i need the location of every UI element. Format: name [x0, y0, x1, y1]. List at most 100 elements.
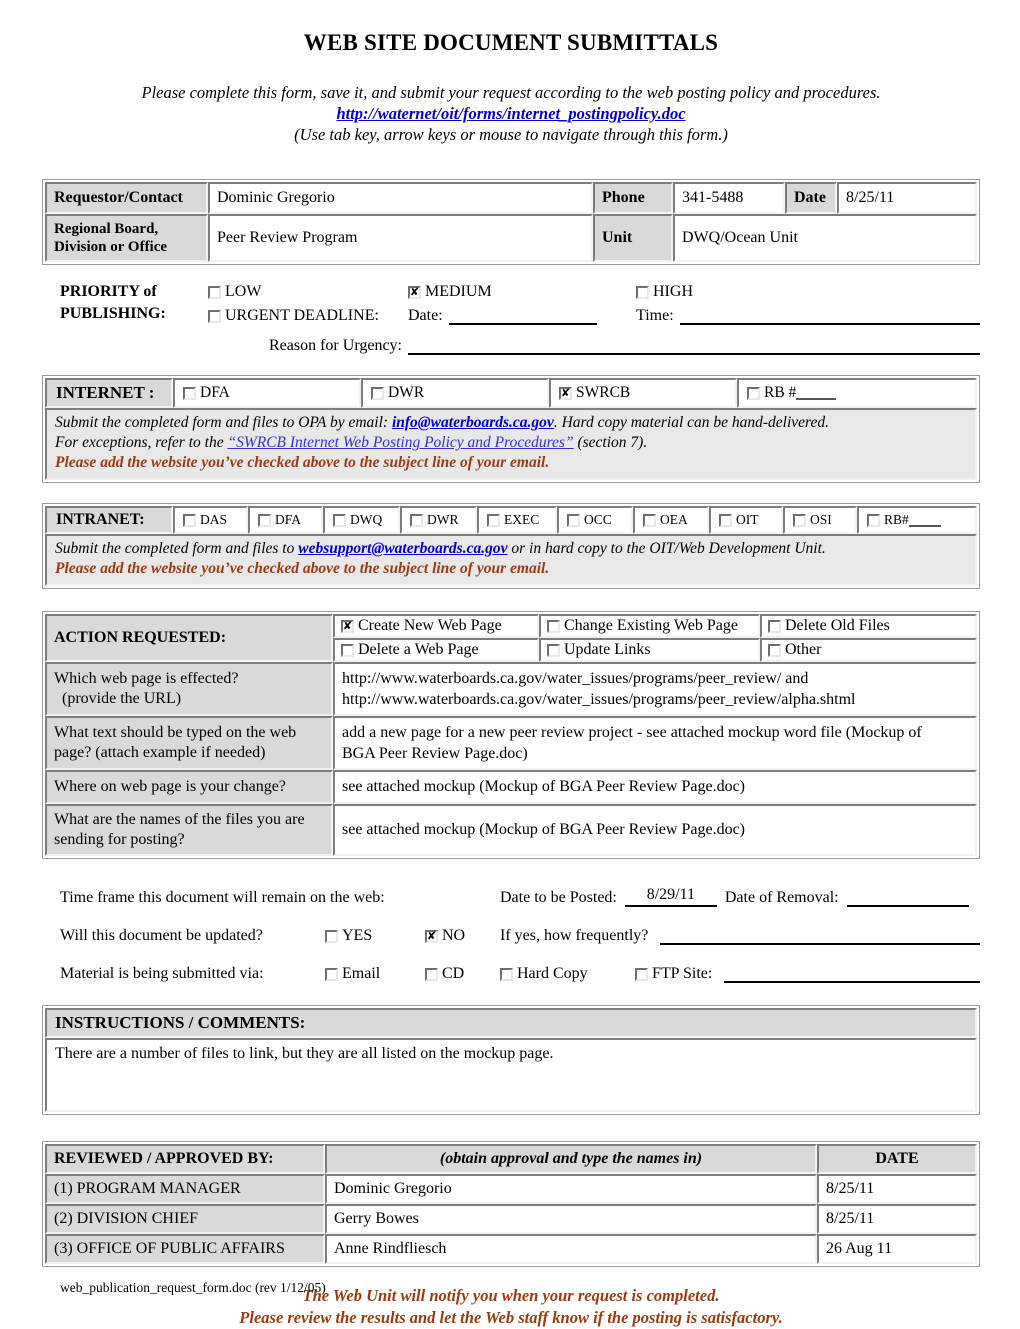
checkbox-intranet-oit[interactable] — [719, 513, 732, 527]
intranet-option-osi[interactable]: OSI — [783, 506, 857, 534]
checkbox-intranet-dfa[interactable] — [258, 513, 271, 527]
phone-field[interactable]: 341-5488 — [673, 182, 785, 214]
date-removal-field[interactable] — [846, 890, 969, 907]
action-option-delete-page[interactable]: Delete a Web Page — [333, 638, 539, 662]
office-field[interactable]: Peer Review Program — [208, 214, 593, 262]
checkbox-delete-a-web-page[interactable] — [341, 643, 354, 657]
checkbox-intranet-osi[interactable] — [793, 513, 806, 527]
checkbox-intranet-das[interactable] — [183, 513, 196, 527]
intranet-rb-number-field[interactable] — [908, 514, 941, 527]
checkbox-internet-dfa[interactable] — [183, 386, 196, 400]
answer-affected-page-line2: http://www.waterboards.ca.gov/water_issu… — [342, 691, 856, 708]
action-option-update-links[interactable]: Update Links — [539, 638, 760, 662]
approval-date-program-manager[interactable]: 8/25/11 — [817, 1174, 977, 1204]
internet-rb-number-field[interactable] — [796, 387, 837, 400]
frequency-field[interactable] — [660, 928, 980, 945]
submitted-email-option[interactable]: Email — [325, 965, 425, 983]
websupport-email-link[interactable]: websupport@waterboards.ca.gov — [298, 540, 507, 557]
answer-text-typed[interactable]: add a new page for a new peer review pro… — [333, 716, 977, 770]
checkbox-intranet-occ[interactable] — [567, 513, 580, 527]
updated-no-option[interactable]: NO — [425, 927, 500, 945]
internet-option-dfa[interactable]: DFA — [173, 378, 361, 408]
intranet-option-dfa[interactable]: DFA — [248, 506, 323, 534]
action-option-delete-old-files[interactable]: Delete Old Files — [760, 614, 977, 638]
checkbox-low[interactable] — [208, 285, 221, 299]
submitted-hardcopy-option[interactable]: Hard Copy — [500, 965, 635, 983]
checkbox-other[interactable] — [768, 643, 781, 657]
checkbox-urgent-deadline[interactable] — [208, 309, 221, 323]
instructions-field[interactable]: There are a number of files to link, but… — [45, 1038, 977, 1112]
swrcb-policy-link[interactable]: “SWRCB Internet Web Posting Policy and P… — [227, 434, 573, 451]
intranet-option-oit-label: OIT — [736, 512, 759, 527]
posting-policy-link[interactable]: http://waternet/oit/forms/internet_posti… — [42, 103, 980, 124]
checkbox-updated-yes[interactable] — [325, 929, 338, 943]
priority-label-line2: PUBLISHING: — [60, 305, 166, 322]
checkbox-internet-dwr[interactable] — [371, 386, 384, 400]
internet-option-rb[interactable]: RB # — [737, 378, 977, 408]
internet-option-swrcb[interactable]: SWRCB — [549, 378, 737, 408]
answer-affected-page[interactable]: http://www.waterboards.ca.gov/water_issu… — [333, 662, 977, 716]
date-posted-field[interactable]: 8/29/11 — [624, 886, 717, 907]
checkbox-internet-swrcb[interactable] — [559, 386, 572, 400]
checkbox-medium[interactable] — [408, 285, 421, 299]
checkbox-change-existing-web-page[interactable] — [547, 619, 560, 633]
checkbox-intranet-rb[interactable] — [867, 513, 880, 527]
checkbox-intranet-dwr[interactable] — [410, 513, 423, 527]
action-option-create-new[interactable]: Create New Web Page — [333, 614, 539, 638]
approval-name-program-manager[interactable]: Dominic Gregorio — [325, 1174, 817, 1204]
office-label: Regional Board, Division or Office — [45, 214, 208, 262]
reason-field[interactable] — [408, 338, 980, 355]
updated-yes-option[interactable]: YES — [325, 927, 425, 945]
priority-low-option[interactable]: LOW — [208, 283, 408, 301]
date-field[interactable]: 8/25/11 — [837, 182, 977, 214]
priority-medium-option[interactable]: MEDIUM — [408, 283, 636, 301]
unit-field[interactable]: DWQ/Ocean Unit — [673, 214, 977, 262]
approval-name-public-affairs[interactable]: Anne Rindfliesch — [325, 1234, 817, 1264]
answer-where-change[interactable]: see attached mockup (Mockup of BGA Peer … — [333, 770, 977, 804]
checkbox-intranet-exec[interactable] — [487, 513, 500, 527]
internet-option-dwr[interactable]: DWR — [361, 378, 549, 408]
submitted-cd-option[interactable]: CD — [425, 965, 500, 983]
urgency-date-field[interactable] — [448, 308, 597, 325]
intranet-tag: INTRANET: — [45, 506, 173, 534]
answer-file-names[interactable]: see attached mockup (Mockup of BGA Peer … — [333, 804, 977, 856]
checkbox-internet-rb[interactable] — [747, 386, 760, 400]
table-row: ACTION REQUESTED: Create New Web Page Ch… — [45, 614, 977, 662]
intranet-option-oea[interactable]: OEA — [633, 506, 709, 534]
question-text-typed-line1: What text should be typed on the web — [54, 724, 297, 741]
approval-name-division-chief[interactable]: Gerry Bowes — [325, 1204, 817, 1234]
intranet-option-exec[interactable]: EXEC — [477, 506, 557, 534]
checkbox-intranet-dwq[interactable] — [333, 513, 346, 527]
intranet-option-occ[interactable]: OCC — [557, 506, 633, 534]
ftp-site-field[interactable] — [724, 966, 980, 983]
intranet-option-dwr[interactable]: DWR — [400, 506, 477, 534]
opa-email-link[interactable]: info@waterboards.ca.gov — [392, 414, 554, 431]
intranet-option-rb[interactable]: RB# — [857, 506, 977, 534]
checkbox-intranet-oea[interactable] — [643, 513, 656, 527]
checkbox-updated-no[interactable] — [425, 929, 438, 943]
intranet-option-das[interactable]: DAS — [173, 506, 248, 534]
checkbox-create-new-web-page[interactable] — [341, 619, 354, 633]
checkbox-delete-old-files[interactable] — [768, 619, 781, 633]
checkbox-hard-copy[interactable] — [500, 967, 513, 981]
intranet-option-oit[interactable]: OIT — [709, 506, 783, 534]
action-option-other[interactable]: Other — [760, 638, 977, 662]
intro-line-1: Please complete this form, save it, and … — [141, 83, 881, 102]
internet-note: Submit the completed form and files to O… — [45, 408, 977, 480]
priority-high-option[interactable]: HIGH — [636, 283, 980, 301]
action-option-change-existing[interactable]: Change Existing Web Page — [539, 614, 760, 638]
approval-date-division-chief[interactable]: 8/25/11 — [817, 1204, 977, 1234]
requestor-contact-field[interactable]: Dominic Gregorio — [208, 182, 593, 214]
checkbox-high[interactable] — [636, 285, 649, 299]
checkbox-email[interactable] — [325, 967, 338, 981]
intranet-option-dwq[interactable]: DWQ — [323, 506, 400, 534]
urgent-deadline-option[interactable]: URGENT DEADLINE: — [208, 307, 408, 325]
submitted-ftp-option[interactable]: FTP Site: — [635, 965, 712, 983]
approval-date-public-affairs[interactable]: 26 Aug 11 — [817, 1234, 977, 1264]
instructions-section: INSTRUCTIONS / COMMENTS: There are a num… — [42, 1005, 980, 1115]
checkbox-cd[interactable] — [425, 967, 438, 981]
checkbox-ftp-site[interactable] — [635, 967, 648, 981]
urgency-time-field[interactable] — [679, 308, 980, 325]
intranet-option-dwq-label: DWQ — [350, 512, 383, 527]
checkbox-update-links[interactable] — [547, 643, 560, 657]
